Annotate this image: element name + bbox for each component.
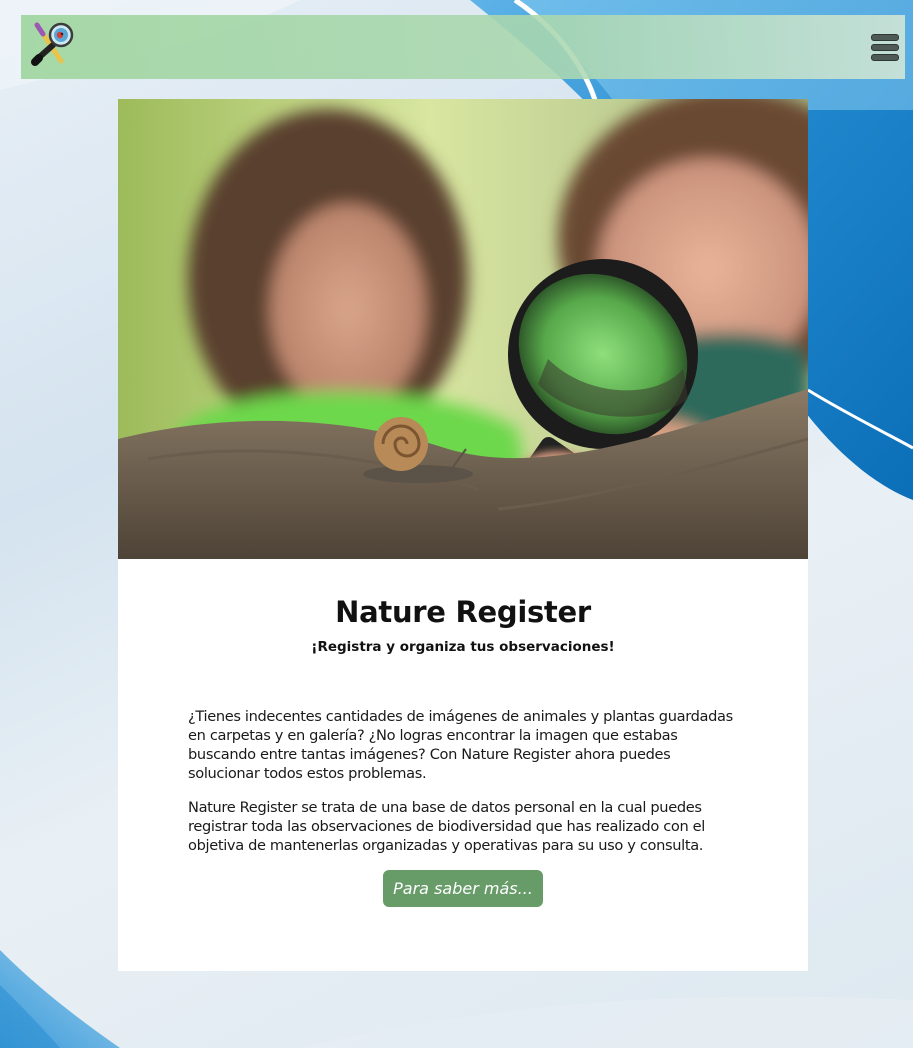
- menu-bar-line: [871, 44, 899, 51]
- top-nav-bar: [21, 15, 905, 79]
- menu-bar-line: [871, 34, 899, 41]
- magnifier-pencil-logo-icon[interactable]: [29, 21, 77, 69]
- page-subtitle: ¡Registra y organiza tus observaciones!: [311, 639, 615, 655]
- main-card: Nature Register ¡Registra y organiza tus…: [118, 99, 808, 971]
- learn-more-button[interactable]: Para saber más...: [383, 870, 543, 907]
- hamburger-menu-icon[interactable]: [871, 34, 899, 61]
- page-title: Nature Register: [335, 595, 591, 629]
- hero-photo: [118, 99, 808, 559]
- menu-bar-line: [871, 54, 899, 61]
- intro-paragraph: Nature Register se trata de una base de …: [188, 799, 705, 854]
- intro-text: ¿Tienes indecentes cantidades de imágene…: [188, 707, 738, 855]
- intro-paragraph: ¿Tienes indecentes cantidades de imágene…: [188, 708, 733, 782]
- button-container: Para saber más...: [118, 870, 808, 907]
